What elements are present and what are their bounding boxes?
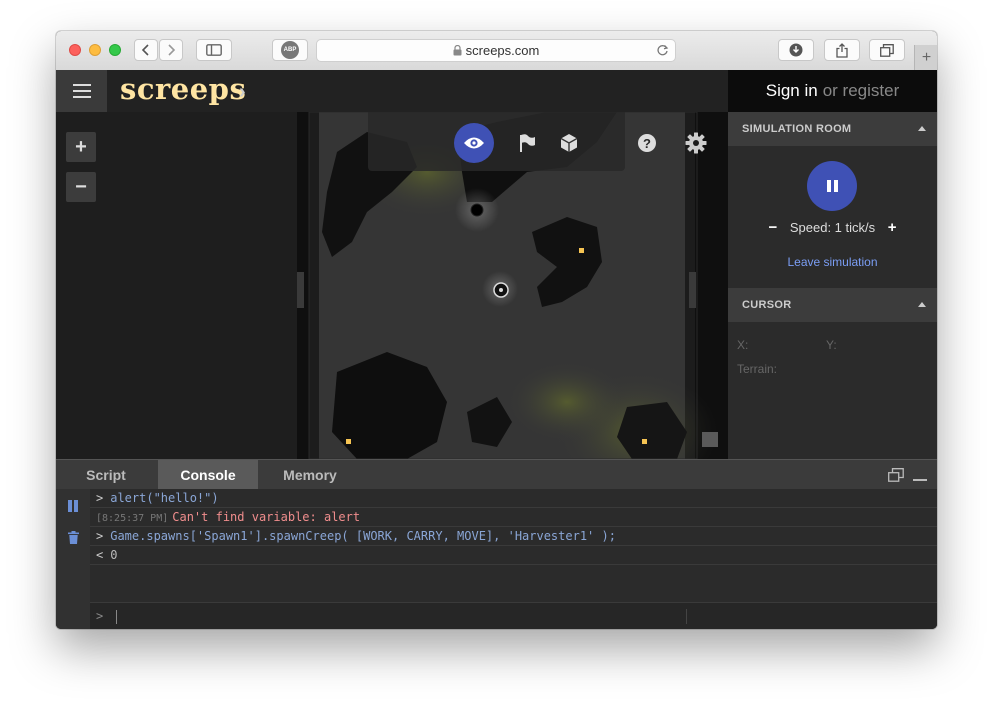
new-tab-button[interactable]: + — [914, 45, 937, 70]
download-icon — [789, 43, 803, 57]
bottom-tabs-bar: Script Console Memory — [56, 459, 937, 490]
forward-button[interactable] — [159, 39, 183, 61]
cube-icon — [560, 134, 578, 152]
pause-console-icon[interactable] — [67, 500, 79, 512]
console-timestamp: [8:25:37 PM] — [96, 513, 169, 524]
help-icon: ? — [638, 134, 656, 152]
back-button[interactable] — [134, 39, 158, 61]
map-toolbar: ? — [368, 112, 656, 171]
leave-simulation-link[interactable]: Leave simulation — [728, 255, 937, 269]
simulation-room-header[interactable]: SIMULATION ROOM — [728, 112, 937, 146]
right-panel: SIMULATION ROOM − Speed: 1 tick/s + Leav… — [728, 112, 937, 459]
console-command: Game.spawns['Spawn1'].spawnCreep( [WORK,… — [110, 529, 616, 543]
output-prompt-icon: < — [96, 548, 104, 562]
view-mode-button[interactable] — [454, 123, 494, 163]
speed-control: − Speed: 1 tick/s + — [728, 219, 937, 236]
zoom-window-button[interactable] — [109, 44, 121, 56]
close-window-button[interactable] — [69, 44, 81, 56]
input-divider — [686, 609, 687, 624]
collapse-caret-icon — [918, 126, 926, 131]
minimize-panel-button[interactable] — [913, 479, 927, 481]
chevron-right-icon — [168, 44, 176, 56]
speed-label: Speed: 1 tick/s — [789, 220, 876, 235]
console-line: > Game.spawns['Spawn1'].spawnCreep( [WORK… — [90, 527, 937, 546]
pause-icon — [825, 180, 839, 192]
tab-memory[interactable]: Memory — [260, 460, 360, 490]
chevron-left-icon — [141, 44, 149, 56]
console-line: [8:25:37 PM] Can't find variable: alert — [90, 508, 937, 527]
gear-icon — [685, 132, 707, 154]
console-input[interactable]: > — [90, 602, 937, 629]
collapse-caret-icon — [918, 302, 926, 307]
url-text: screeps.com — [465, 43, 540, 58]
console-line: > alert("hello!") — [90, 489, 937, 508]
text-caret — [116, 609, 118, 624]
cursor-header[interactable]: CURSOR — [728, 288, 937, 322]
tab-console[interactable]: Console — [158, 460, 258, 490]
downloads-button[interactable] — [778, 39, 814, 61]
speed-increase-button[interactable]: + — [888, 219, 897, 236]
pause-simulation-button[interactable] — [807, 161, 857, 211]
help-button[interactable]: ? — [636, 132, 658, 154]
room-exit-marker[interactable] — [702, 432, 718, 447]
zoom-controls-pane: + − — [56, 112, 297, 459]
logo-chevron-icon: › — [239, 81, 246, 103]
construct-button[interactable] — [558, 132, 580, 154]
reload-icon[interactable] — [656, 44, 669, 57]
cursor-y-label: Y: — [826, 338, 837, 352]
input-prompt-icon: > — [96, 491, 104, 505]
browser-window: ABP screeps.com + screeps › Sign in or r… — [56, 31, 937, 629]
console-sidebar — [56, 489, 90, 629]
room-map[interactable]: ? — [297, 112, 728, 459]
register-link[interactable]: or register — [823, 81, 900, 101]
flag-icon — [520, 134, 535, 152]
eye-icon — [464, 137, 484, 149]
screeps-logo[interactable]: screeps — [120, 72, 246, 106]
minimize-window-button[interactable] — [89, 44, 101, 56]
trash-icon[interactable] — [68, 531, 79, 544]
sign-in-link[interactable]: Sign in — [766, 81, 818, 101]
speed-decrease-button[interactable]: − — [768, 219, 777, 236]
auth-bar: Sign in or register — [728, 70, 937, 112]
main-menu-button[interactable] — [56, 70, 107, 112]
tabs-icon — [880, 43, 894, 57]
address-bar[interactable]: screeps.com — [316, 39, 676, 62]
adblock-icon: ABP — [281, 41, 299, 59]
cursor-terrain-label: Terrain: — [737, 362, 778, 376]
popout-icon[interactable] — [888, 468, 904, 482]
hamburger-icon — [72, 90, 91, 92]
tabs-overview-button[interactable] — [869, 39, 905, 61]
cursor-x-label: X: — [737, 338, 749, 352]
lock-icon — [453, 45, 462, 56]
console-error: Can't find variable: alert — [172, 510, 361, 524]
console-panel: > alert("hello!") [8:25:37 PM] Can't find … — [56, 489, 937, 629]
share-button[interactable] — [824, 39, 860, 61]
adblock-button[interactable]: ABP — [272, 39, 308, 61]
zoom-in-button[interactable]: + — [66, 132, 96, 162]
input-prompt-icon: > — [96, 529, 104, 543]
sidebar-toggle-button[interactable] — [196, 39, 232, 61]
flag-button[interactable] — [516, 132, 538, 154]
console-command: alert("hello!") — [110, 491, 219, 505]
console-result: 0 — [110, 548, 118, 562]
console-log: > alert("hello!") [8:25:37 PM] Can't find … — [90, 489, 937, 565]
map-settings-button[interactable] — [685, 132, 707, 154]
prompt-chevron-icon: > — [96, 609, 104, 623]
zoom-out-button[interactable]: − — [66, 172, 96, 202]
cursor-title: CURSOR — [742, 299, 792, 311]
simulation-room-title: SIMULATION ROOM — [742, 123, 852, 135]
console-line: <0 — [90, 546, 937, 565]
share-icon — [836, 42, 848, 58]
tab-script[interactable]: Script — [56, 460, 156, 490]
sidebar-icon — [206, 44, 222, 56]
browser-toolbar: ABP screeps.com + — [56, 31, 937, 71]
app-header: screeps › — [56, 70, 728, 113]
